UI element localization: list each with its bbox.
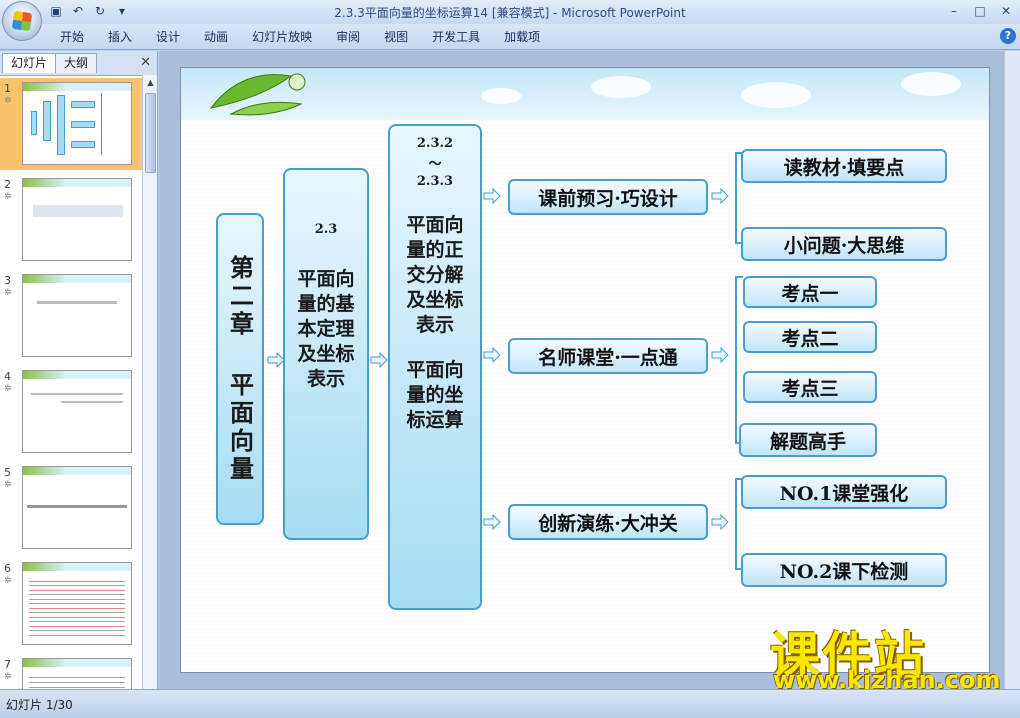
office-button[interactable]: [2, 1, 42, 41]
leaf-after-class-test: NO.2课下检测: [741, 553, 947, 587]
slide-count: 幻灯片 1/30: [6, 698, 73, 712]
thumbnail-image: [22, 370, 132, 453]
arrow-icon: [711, 188, 729, 204]
editor-scrollbar[interactable]: [1004, 51, 1020, 689]
leaf-point-1: 考点一: [743, 276, 877, 308]
transition-icon: ✲: [4, 288, 12, 298]
scroll-thumb[interactable]: [145, 93, 156, 173]
tab-animations[interactable]: 动画: [192, 29, 240, 45]
arrow-icon: [711, 347, 729, 363]
leaf-problem-solver: 解题高手: [739, 423, 877, 457]
thumbnail-image: [22, 466, 132, 549]
status-bar: 幻灯片 1/30: [0, 689, 1020, 718]
office-logo-icon: [11, 10, 33, 32]
slide-number: 3: [4, 274, 11, 287]
leaf-read-textbook: 读教材·填要点: [741, 149, 947, 183]
slide-thumbnail[interactable]: 7 ✲: [0, 654, 142, 689]
slide-thumbnail[interactable]: 6 ✲: [0, 558, 142, 650]
thumbnail-scrollbar[interactable]: ▲: [142, 75, 157, 689]
tab-developer[interactable]: 开发工具: [420, 29, 492, 45]
thumbnail-image: [22, 562, 132, 645]
subsection-title-2: 平面向量的坐标运算: [406, 359, 464, 431]
ribbon: 开始 插入 设计 动画 幻灯片放映 审阅 视图 开发工具 加载项 ?: [0, 24, 1020, 50]
slide-thumbnail-list: 1 ✲ 2 ✲ 3 ✲ 4 ✲ 5 ✲ 6 ✲ 7 ✲: [0, 75, 142, 689]
ribbon-tabs: 开始 插入 设计 动画 幻灯片放映 审阅 视图 开发工具 加载项: [48, 29, 552, 45]
section-box: 2.3 平面向量的基本定理及坐标表示: [283, 168, 369, 540]
subsection-box: 2.3.2 ～ 2.3.3 平面向量的正交分解及坐标表示 平面向量的坐标运算: [388, 124, 482, 610]
arrow-icon: [370, 352, 388, 368]
leaf-small-question: 小问题·大思维: [741, 227, 947, 261]
window-controls: – □ ✕: [942, 2, 1018, 20]
tab-slide-show[interactable]: 幻灯片放映: [240, 29, 324, 45]
slide-number: 2: [4, 178, 11, 191]
branch-practice: 创新演练·大冲关: [508, 504, 708, 540]
close-pane-icon[interactable]: ✕: [140, 55, 151, 70]
section-number: 2.3: [314, 222, 338, 237]
subsection-number-end: 2.3.3: [416, 174, 454, 189]
arrow-icon: [483, 188, 501, 204]
minimize-icon[interactable]: –: [942, 2, 966, 20]
slide-header-banner: [181, 68, 989, 120]
arrow-icon: [711, 514, 729, 530]
leaf-decoration-icon: [209, 73, 306, 116]
tab-outline[interactable]: 大纲: [55, 53, 98, 73]
branch-preview: 课前预习·巧设计: [508, 179, 708, 215]
transition-icon: ✲: [4, 96, 12, 106]
bracket-line: [735, 276, 743, 444]
slide-thumbnail[interactable]: 2 ✲: [0, 174, 142, 266]
transition-icon: ✲: [4, 480, 12, 490]
window-title: 2.3.3平面向量的坐标运算14 [兼容模式] - Microsoft Powe…: [334, 6, 686, 20]
slides-pane: 幻灯片 大纲 ✕ 1 ✲ 2 ✲ 3 ✲ 4 ✲ 5 ✲ 6 ✲ 7 ✲ ▲: [0, 51, 158, 689]
subsection-title-1: 平面向量的正交分解及坐标表示: [406, 214, 464, 336]
scroll-up-icon[interactable]: ▲: [143, 75, 158, 90]
thumbnail-image: [22, 274, 132, 357]
slide-thumbnail[interactable]: 4 ✲: [0, 366, 142, 458]
slide-editing-area: 第二章 平面向量 2.3 平面向量的基本定理及坐标表示 2.3.2 ～ 2.3.…: [159, 51, 1004, 689]
tab-review[interactable]: 审阅: [324, 29, 372, 45]
slide-number: 4: [4, 370, 11, 383]
maximize-icon[interactable]: □: [968, 2, 992, 20]
slide-thumbnail[interactable]: 3 ✲: [0, 270, 142, 362]
leaf-point-3: 考点三: [743, 371, 877, 403]
slide-thumbnail[interactable]: 5 ✲: [0, 462, 142, 554]
help-icon[interactable]: ?: [1000, 28, 1016, 44]
thumbnail-image: [22, 658, 132, 689]
branch-classroom: 名师课堂·一点通: [508, 338, 708, 374]
leaf-point-2: 考点二: [743, 321, 877, 353]
transition-icon: ✲: [4, 576, 12, 586]
slide-number: 6: [4, 562, 11, 575]
tab-add-ins[interactable]: 加载项: [492, 29, 552, 45]
subsection-range-tilde: ～: [428, 157, 442, 172]
pane-tabs: 幻灯片 大纲: [2, 53, 98, 73]
slide-number: 1: [4, 82, 11, 95]
tab-view[interactable]: 视图: [372, 29, 420, 45]
slide-number: 7: [4, 658, 11, 671]
arrow-icon: [483, 514, 501, 530]
chapter-title: 第二章 平面向量: [225, 254, 255, 484]
slide-thumbnail[interactable]: 1 ✲: [0, 78, 142, 170]
transition-icon: ✲: [4, 192, 12, 202]
title-bar: ▣ ↶ ↻ ▾ 2.3.3平面向量的坐标运算14 [兼容模式] - Micros…: [0, 0, 1020, 41]
leaf-class-reinforce: NO.1课堂强化: [741, 475, 947, 509]
slide-number: 5: [4, 466, 11, 479]
tab-design[interactable]: 设计: [144, 29, 192, 45]
subsection-number-start: 2.3.2: [416, 136, 454, 151]
current-slide[interactable]: 第二章 平面向量 2.3 平面向量的基本定理及坐标表示 2.3.2 ～ 2.3.…: [180, 67, 990, 673]
arrow-icon: [483, 347, 501, 363]
close-window-icon[interactable]: ✕: [994, 2, 1018, 20]
thumbnail-image: [22, 178, 132, 261]
transition-icon: ✲: [4, 672, 12, 682]
tab-slides[interactable]: 幻灯片: [2, 53, 57, 73]
chapter-box: 第二章 平面向量: [216, 213, 264, 525]
section-title: 平面向量的基本定理及坐标表示: [297, 268, 355, 390]
tab-home[interactable]: 开始: [48, 29, 96, 45]
tab-insert[interactable]: 插入: [96, 29, 144, 45]
transition-icon: ✲: [4, 384, 12, 394]
thumbnail-image: [22, 82, 132, 165]
